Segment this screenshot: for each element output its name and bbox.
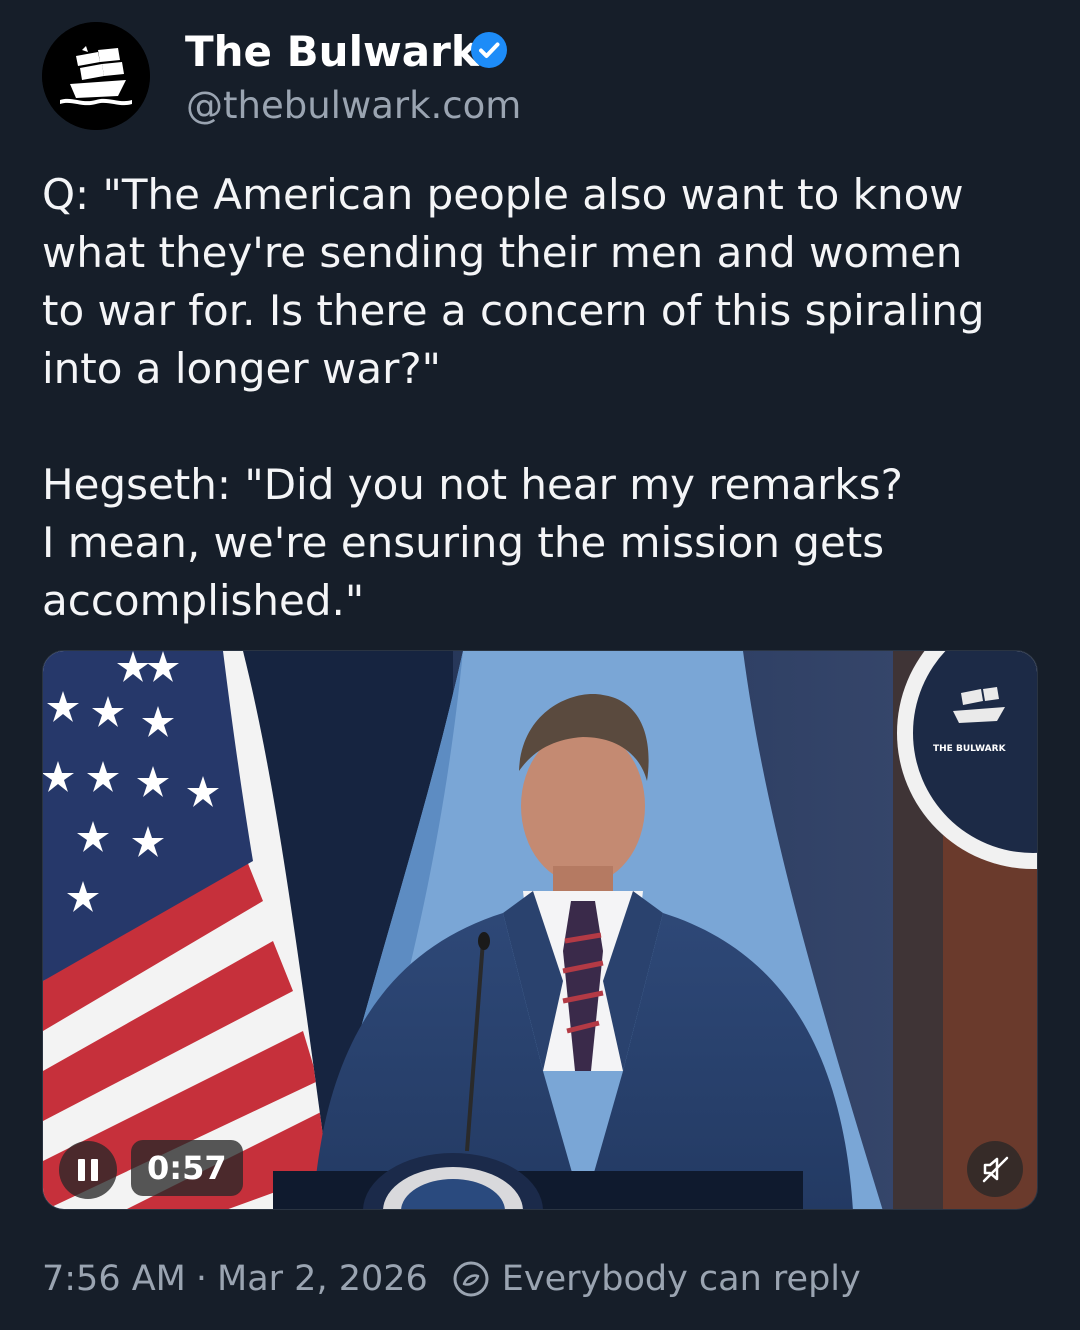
watermark-text: THE BULWARK <box>933 744 1007 754</box>
video-frame: THE BULWARK <box>43 651 1037 1209</box>
pause-button[interactable] <box>59 1141 117 1199</box>
post-date[interactable]: Mar 2, 2026 <box>217 1259 428 1299</box>
post-paragraph-answer: Hegseth: "Did you not hear my remarks? I… <box>42 460 903 625</box>
post-text: Q: "The American people also want to kno… <box>42 166 1042 630</box>
globe-reply-icon <box>453 1261 489 1297</box>
mute-button[interactable] <box>967 1141 1023 1197</box>
video-player[interactable]: THE BULWARK 0:57 <box>42 650 1038 1210</box>
author-handle[interactable]: @thebulwark.com <box>186 82 521 130</box>
author-display-name[interactable]: The Bulwark <box>185 26 479 78</box>
reply-setting[interactable]: Everybody can reply <box>502 1259 861 1299</box>
ship-logo-icon <box>42 22 150 130</box>
muted-speaker-icon <box>982 1156 1009 1183</box>
pause-icon <box>78 1159 98 1181</box>
footer-separator: · <box>195 1259 208 1299</box>
verified-badge-icon <box>471 32 507 68</box>
post-time[interactable]: 7:56 AM <box>42 1259 186 1299</box>
avatar[interactable] <box>42 22 150 130</box>
post-footer: 7:56 AM · Mar 2, 2026 Everybody can repl… <box>42 1252 861 1306</box>
post-paragraph-question: Q: "The American people also want to kno… <box>42 170 985 393</box>
post-card: The Bulwark @thebulwark.com Q: "The Amer… <box>0 0 1080 1330</box>
video-duration: 0:57 <box>131 1140 243 1196</box>
